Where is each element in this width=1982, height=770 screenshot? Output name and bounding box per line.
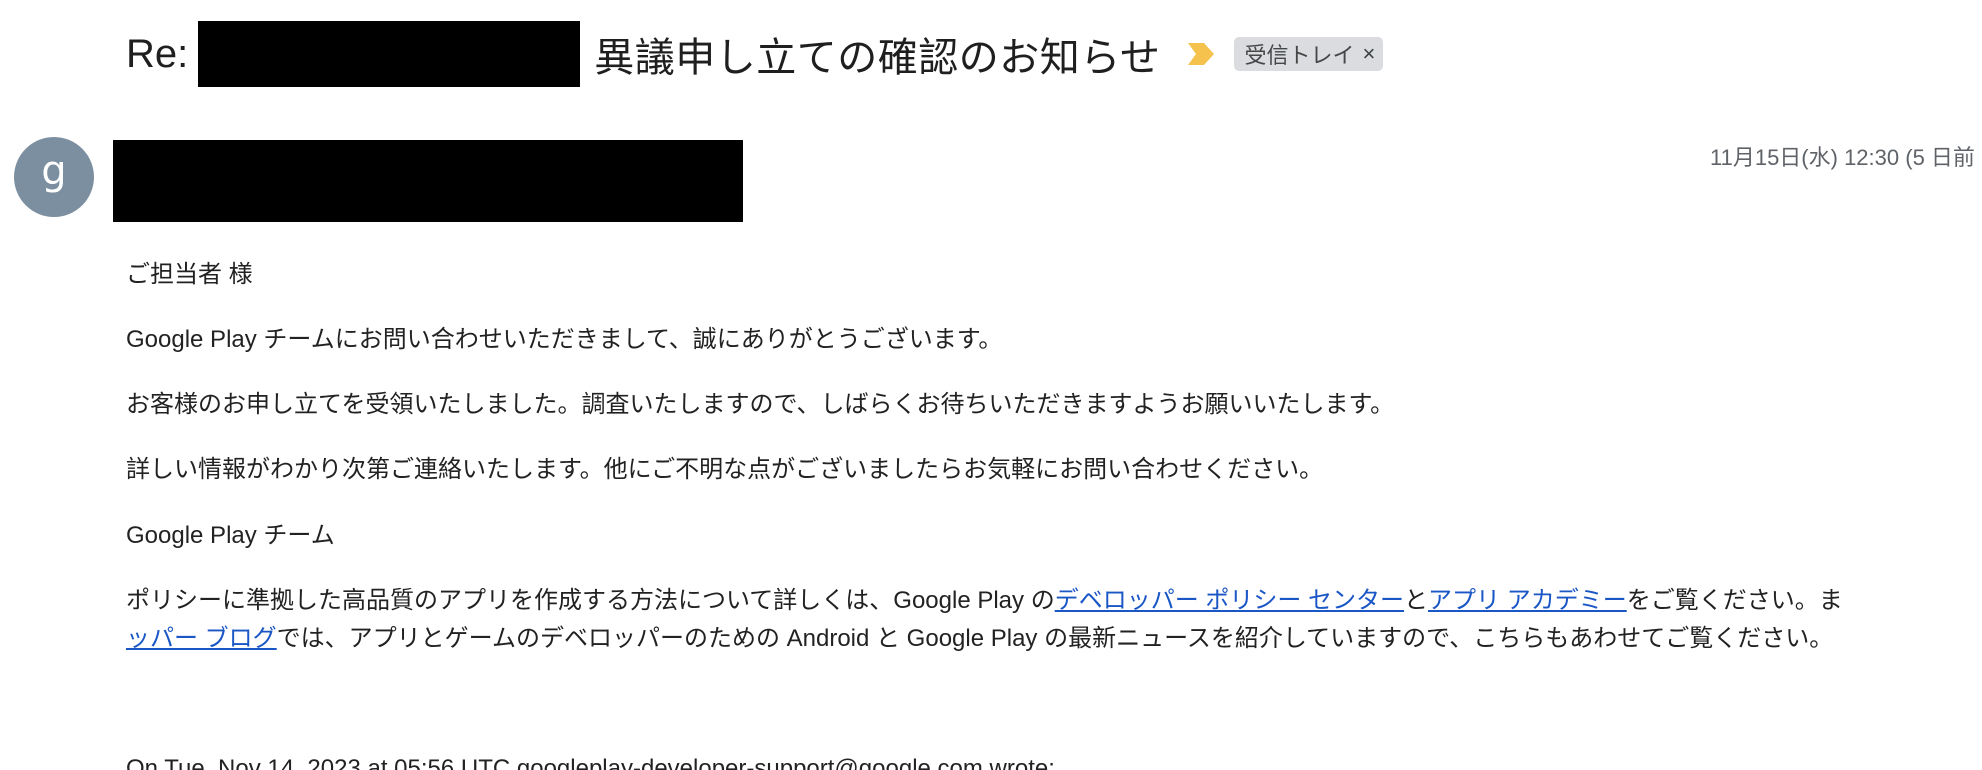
developer-policy-center-link[interactable]: デベロッパー ポリシー センター	[1055, 587, 1404, 614]
policy-text-line-2: では、アプリとゲームのデベロッパーのための Android と Google P…	[276, 625, 1834, 652]
importance-marker-icon[interactable]	[1188, 43, 1215, 65]
avatar[interactable]: g	[14, 137, 94, 217]
avatar-letter: g	[41, 148, 67, 194]
policy-paragraph-line-2: ッパー ブログでは、アプリとゲームのデベロッパーのための Android と G…	[126, 620, 1833, 658]
app-academy-link[interactable]: アプリ アカデミー	[1428, 587, 1627, 614]
policy-text-post: をご覧ください。ま	[1626, 587, 1843, 614]
body-paragraph-1: Google Play チームにお問い合わせいただきまして、誠にありがとうござい…	[126, 326, 1003, 353]
email-subject: Re: 異議申し立ての確認のお知らせ 受信トレイ ×	[126, 18, 1384, 90]
quoted-message-header: On Tue, Nov 14, 2023 at 05:56 UTC google…	[126, 755, 1055, 770]
signature-text: Google Play チーム	[126, 522, 335, 549]
policy-paragraph-line-1: ポリシーに準拠した高品質のアプリを作成する方法について詳しくは、Google P…	[126, 582, 1843, 620]
subject-prefix: Re:	[126, 31, 189, 76]
policy-text-mid: と	[1404, 587, 1429, 614]
sender-redaction	[113, 140, 743, 222]
label-chip-text: 受信トレイ	[1244, 43, 1355, 68]
body-paragraph-2: お客様のお申し立てを受領いたしました。調査いたしますので、しばらくお待ちいただき…	[126, 391, 1395, 418]
policy-text-pre: ポリシーに準拠した高品質のアプリを作成する方法について詳しくは、Google P…	[126, 587, 1055, 614]
greeting-text: ご担当者 様	[126, 261, 253, 288]
email-view: Re: 異議申し立ての確認のお知らせ 受信トレイ × g 11月15日(水) 1…	[0, 0, 1982, 770]
developer-blog-link[interactable]: ッパー ブログ	[126, 625, 277, 652]
subject-redaction	[198, 21, 581, 87]
subject-title: 異議申し立ての確認のお知らせ	[594, 36, 1161, 80]
email-timestamp: 11月15日(水) 12:30 (5 日前	[1710, 145, 1975, 170]
close-icon[interactable]: ×	[1362, 43, 1375, 65]
body-paragraph-3: 詳しい情報がわかり次第ご連絡いたします。他にご不明な点がございましたらお気軽にお…	[126, 456, 1324, 483]
inbox-label-chip[interactable]: 受信トレイ ×	[1234, 37, 1384, 71]
